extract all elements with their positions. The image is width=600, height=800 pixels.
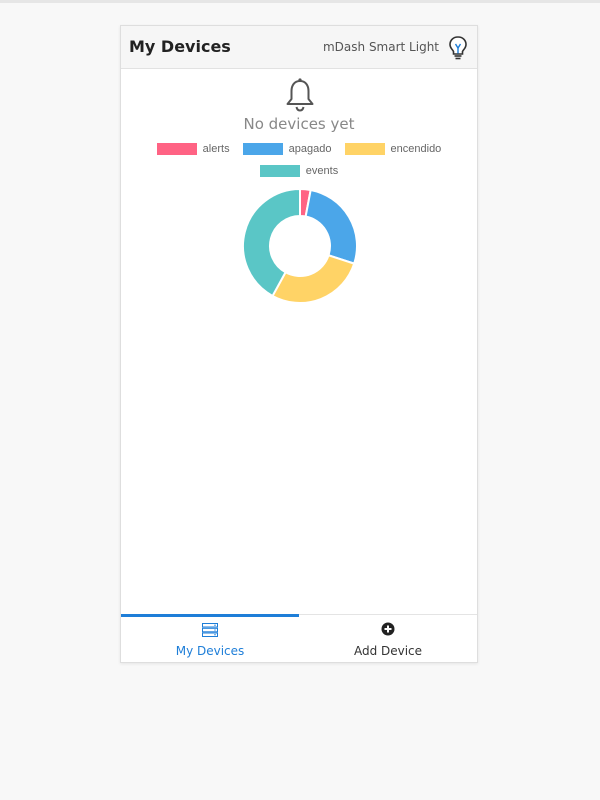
empty-state-text: No devices yet (243, 115, 355, 133)
light-bulb-icon[interactable] (447, 35, 469, 61)
donut-slice-apagado[interactable] (304, 188, 358, 265)
tab-label: My Devices (175, 644, 245, 658)
donut-slice-encendido[interactable] (271, 254, 356, 304)
legend-item-apagado[interactable]: apagado (242, 143, 332, 156)
app-header: My Devices mDash Smart Light (121, 26, 477, 69)
legend-label: apagado (288, 143, 332, 156)
legend-swatch (242, 143, 283, 156)
tab-add-device[interactable]: Add Device (299, 615, 477, 663)
plus-circle-icon (381, 622, 395, 636)
app-window: My Devices mDash Smart Light No devices … (120, 25, 478, 663)
bottom-nav: My Devices Add Device (121, 614, 477, 662)
page-title: My Devices (129, 37, 231, 56)
chart-legend-row-1: alerts apagado encendido (121, 143, 477, 156)
tab-label: Add Device (353, 644, 423, 658)
donut-chart (242, 188, 358, 304)
legend-item-alerts[interactable]: alerts (156, 143, 230, 156)
bell-icon (286, 78, 314, 112)
top-strip (0, 0, 600, 3)
devices-list-icon (202, 623, 218, 637)
app-name: mDash Smart Light (322, 40, 439, 54)
legend-label: encendido (390, 143, 442, 156)
legend-label: events (305, 165, 339, 178)
legend-swatch (259, 165, 300, 178)
legend-swatch (156, 143, 197, 156)
legend-item-events[interactable]: events (259, 165, 339, 178)
legend-label: alerts (202, 143, 230, 156)
chart-legend-row-2: events (121, 165, 477, 178)
legend-swatch (344, 143, 385, 156)
legend-item-encendido[interactable]: encendido (344, 143, 442, 156)
tab-my-devices[interactable]: My Devices (121, 614, 299, 663)
